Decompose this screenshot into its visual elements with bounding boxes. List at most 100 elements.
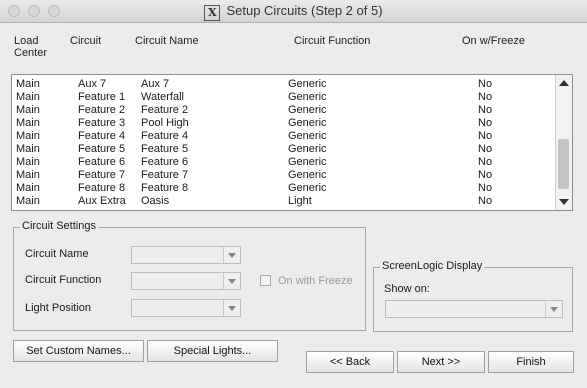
cell-circuit-function: Generic [288, 117, 327, 129]
circuit-name-label: Circuit Name [25, 248, 89, 260]
table-row[interactable]: Main Feature 7 Feature 7 Generic No [12, 169, 556, 182]
light-position-label: Light Position [25, 302, 92, 314]
table-row[interactable]: Main Feature 5 Feature 5 Generic No [12, 143, 556, 156]
cell-on-w-freeze: No [478, 104, 493, 116]
cell-circuit-function: Generic [288, 182, 327, 194]
cell-circuit: Aux Extra [78, 195, 126, 207]
cell-circuit-name: Feature 6 [141, 156, 189, 168]
cell-circuit-name: Feature 8 [141, 182, 189, 194]
cell-circuit: Feature 5 [78, 143, 126, 155]
cell-on-w-freeze: No [478, 91, 493, 103]
special-lights-button[interactable]: Special Lights... [147, 340, 278, 362]
cell-on-w-freeze: No [478, 130, 493, 142]
table-row[interactable]: Main Feature 3 Pool High Generic No [12, 117, 556, 130]
chevron-down-icon [223, 273, 240, 289]
column-header-circuit-name: Circuit Name [135, 35, 199, 47]
circuit-function-label: Circuit Function [25, 274, 102, 286]
table-row[interactable]: Main Feature 8 Feature 8 Generic No [12, 182, 556, 195]
cell-load-center: Main [16, 104, 40, 116]
chevron-down-icon [223, 300, 240, 316]
cell-load-center: Main [16, 143, 40, 155]
cell-on-w-freeze: No [478, 78, 493, 90]
cell-on-w-freeze: No [478, 195, 493, 207]
cell-circuit: Feature 2 [78, 104, 126, 116]
column-header-load-center-line1: Load [14, 35, 39, 47]
cell-circuit-function: Generic [288, 91, 327, 103]
circuit-function-select[interactable] [131, 272, 241, 290]
cell-circuit-function: Generic [288, 130, 327, 142]
title-bar: X Setup Circuits (Step 2 of 5) [0, 0, 587, 23]
table-row[interactable]: Main Aux Extra Oasis Light No [12, 195, 556, 208]
on-with-freeze-label: On with Freeze [278, 275, 353, 287]
cell-on-w-freeze: No [478, 117, 493, 129]
cell-circuit-name: Oasis [141, 195, 170, 207]
cell-circuit-name: Pool High [141, 117, 189, 129]
cell-load-center: Main [16, 169, 40, 181]
cell-load-center: Main [16, 182, 40, 194]
circuit-name-select[interactable] [131, 246, 241, 264]
cell-circuit-name: Feature 4 [141, 130, 189, 142]
scroll-down-arrow-icon[interactable] [559, 199, 569, 205]
scroll-thumb[interactable] [558, 139, 569, 189]
back-button[interactable]: << Back [306, 351, 394, 373]
window-title: Setup Circuits (Step 2 of 5) [226, 3, 383, 18]
cell-circuit: Feature 8 [78, 182, 126, 194]
circuit-settings-group: Circuit Settings Circuit Name Circuit Fu… [13, 220, 366, 331]
cell-load-center: Main [16, 156, 40, 168]
cell-circuit-function: Generic [288, 78, 327, 90]
cell-load-center: Main [16, 195, 40, 207]
chevron-down-icon [545, 301, 562, 317]
cell-load-center: Main [16, 91, 40, 103]
column-header-on-w-freeze: On w/Freeze [462, 35, 525, 47]
table-row[interactable]: Main Feature 6 Feature 6 Generic No [12, 156, 556, 169]
screenlogic-display-title: ScreenLogic Display [380, 260, 485, 272]
window-title-area: X Setup Circuits (Step 2 of 5) [0, 3, 587, 21]
circuit-settings-title: Circuit Settings [20, 220, 98, 232]
cell-load-center: Main [16, 78, 40, 90]
table-row[interactable]: Main Feature 1 Waterfall Generic No [12, 91, 556, 104]
cell-circuit-function: Generic [288, 169, 327, 181]
column-header-circuit-function: Circuit Function [294, 35, 371, 47]
light-position-select[interactable] [131, 299, 241, 317]
scroll-up-arrow-icon[interactable] [559, 80, 569, 86]
next-button[interactable]: Next >> [397, 351, 485, 373]
cell-circuit-function: Generic [288, 104, 327, 116]
x11-app-icon: X [204, 5, 221, 21]
cell-on-w-freeze: No [478, 156, 493, 168]
on-with-freeze-checkbox[interactable] [260, 275, 271, 286]
column-header-load-center: Load Center [14, 35, 47, 59]
finish-button[interactable]: Finish [488, 351, 574, 373]
cell-circuit: Feature 1 [78, 91, 126, 103]
cell-on-w-freeze: No [478, 169, 493, 181]
setup-circuits-window: X Setup Circuits (Step 2 of 5) Load Cente… [0, 0, 587, 388]
column-header-load-center-line2: Center [14, 47, 48, 59]
cell-on-w-freeze: No [478, 143, 493, 155]
cell-circuit: Feature 6 [78, 156, 126, 168]
cell-circuit-function: Light [288, 195, 312, 207]
table-row[interactable]: Main Aux 7 Aux 7 Generic No [12, 78, 556, 91]
list-vertical-scrollbar[interactable] [555, 75, 572, 210]
screenlogic-display-group: ScreenLogic Display Show on: [373, 260, 573, 332]
table-row[interactable]: Main Feature 4 Feature 4 Generic No [12, 130, 556, 143]
table-row[interactable]: Main Feature 2 Feature 2 Generic No [12, 104, 556, 117]
chevron-down-icon [223, 247, 240, 263]
cell-circuit-function: Generic [288, 156, 327, 168]
cell-circuit: Feature 3 [78, 117, 126, 129]
show-on-label: Show on: [384, 283, 430, 295]
cell-circuit-name: Feature 2 [141, 104, 189, 116]
cell-circuit: Aux 7 [78, 78, 107, 90]
cell-load-center: Main [16, 130, 40, 142]
cell-circuit-name: Waterfall [141, 91, 184, 103]
cell-circuit-name: Aux 7 [141, 78, 170, 90]
cell-circuit-function: Generic [288, 143, 327, 155]
cell-circuit: Feature 4 [78, 130, 126, 142]
set-custom-names-button[interactable]: Set Custom Names... [13, 340, 144, 362]
column-header-circuit: Circuit [70, 35, 102, 47]
cell-load-center: Main [16, 117, 40, 129]
cell-circuit-name: Feature 7 [141, 169, 189, 181]
cell-circuit: Feature 7 [78, 169, 126, 181]
cell-circuit-name: Feature 5 [141, 143, 189, 155]
show-on-select[interactable] [385, 300, 563, 318]
cell-on-w-freeze: No [478, 182, 493, 194]
circuits-list[interactable]: Main Aux 7 Aux 7 Generic No Main Feature 1 Wate… [11, 74, 573, 211]
